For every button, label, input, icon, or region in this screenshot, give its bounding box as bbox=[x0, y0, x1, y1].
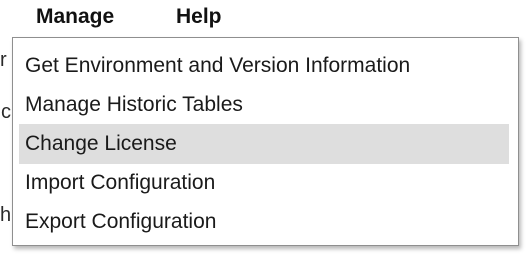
menu-bar: Manage Help bbox=[0, 0, 527, 34]
menu-item-get-environment-version-info[interactable]: Get Environment and Version Information bbox=[19, 46, 509, 86]
menubar-manage[interactable]: Manage bbox=[36, 4, 114, 30]
background-text-fragment: c bbox=[1, 101, 11, 123]
menu-item-change-license[interactable]: Change License bbox=[19, 124, 509, 164]
manage-dropdown-menu: Get Environment and Version Information … bbox=[12, 37, 519, 246]
menu-item-export-configuration[interactable]: Export Configuration bbox=[19, 202, 509, 242]
menubar-help[interactable]: Help bbox=[176, 4, 222, 30]
background-text-fragment: r bbox=[0, 49, 7, 71]
background-text-fragment: h bbox=[0, 204, 12, 226]
menu-item-import-configuration[interactable]: Import Configuration bbox=[19, 163, 509, 203]
menu-item-manage-historic-tables[interactable]: Manage Historic Tables bbox=[19, 85, 509, 125]
